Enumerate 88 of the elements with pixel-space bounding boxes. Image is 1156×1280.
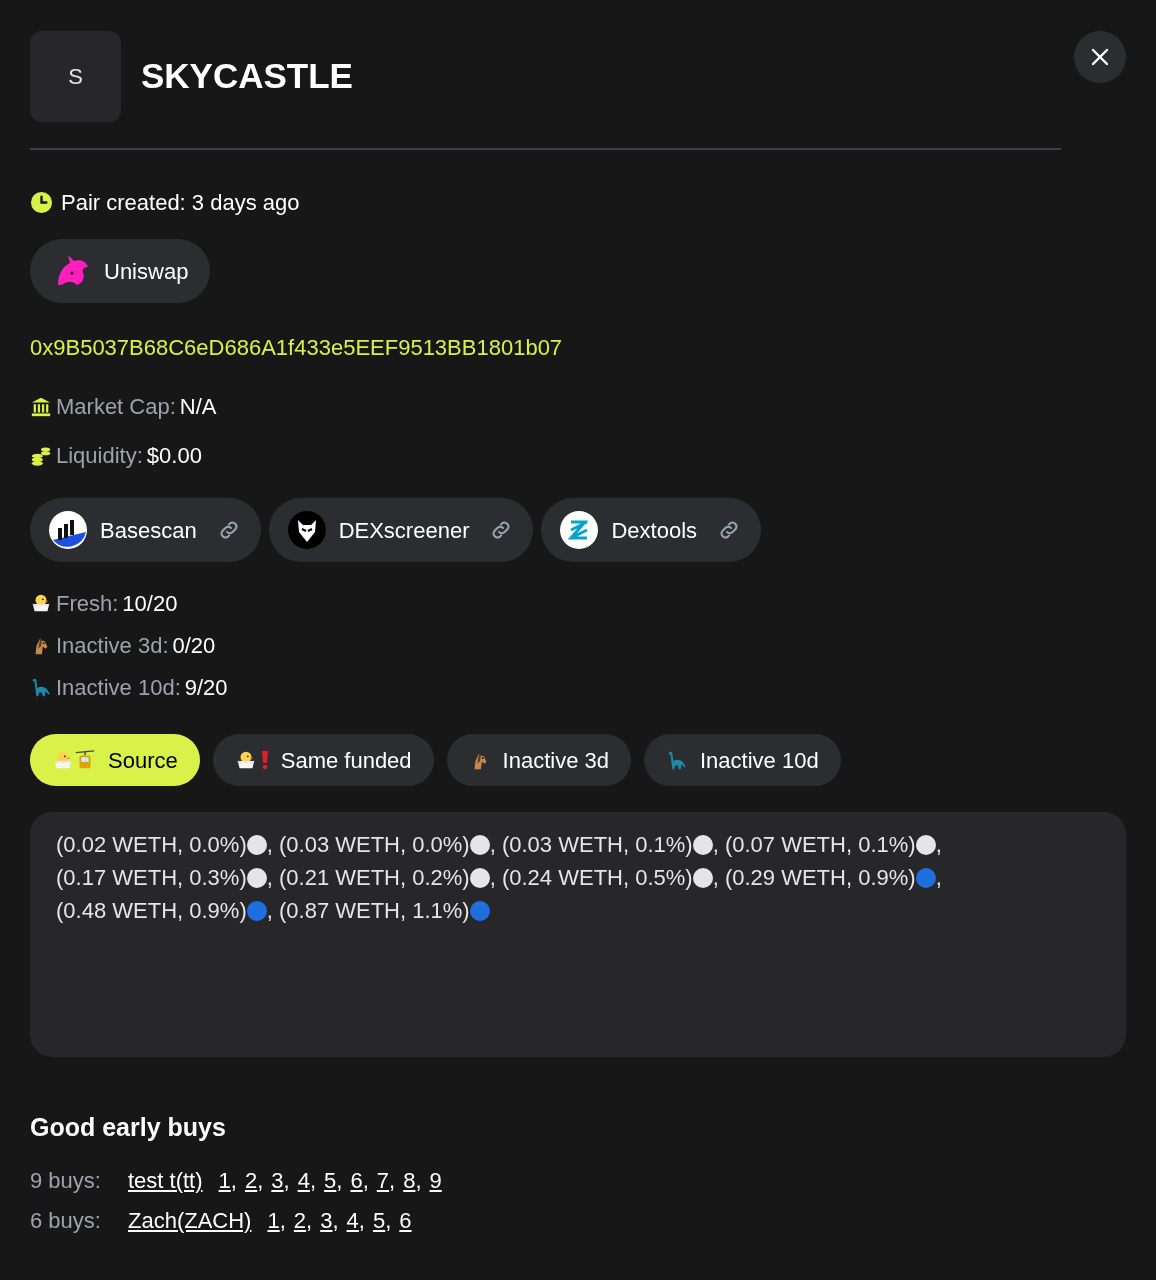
token-avatar: S: [30, 31, 121, 122]
transaction-link[interactable]: 6: [350, 1164, 363, 1197]
explorer-link-chip[interactable]: Dextools: [541, 498, 762, 562]
buy-entry: (0.48 WETH, 0.9%): [56, 898, 247, 923]
transaction-link[interactable]: 3: [320, 1204, 333, 1237]
transaction-link[interactable]: 5: [324, 1164, 337, 1197]
explorer-link-chip[interactable]: DEXscreener: [268, 498, 534, 562]
wallet-link[interactable]: Zach(ZACH): [128, 1204, 252, 1237]
stat-label: Fresh:: [56, 589, 119, 618]
dex-chip[interactable]: Uniswap: [30, 239, 211, 303]
buy-entry: (0.17 WETH, 0.3%): [56, 865, 247, 890]
separator: ,: [230, 1167, 237, 1195]
coins-icon: [30, 444, 52, 467]
separator: ,: [712, 832, 719, 857]
separator: ,: [362, 1167, 369, 1195]
metric-label: Market Cap:: [56, 393, 176, 421]
transaction-link[interactable]: 1: [267, 1204, 280, 1237]
chick-icon: [30, 592, 52, 614]
filter-tab[interactable]: Source: [30, 734, 200, 786]
separator: ,: [935, 832, 942, 857]
transaction-link[interactable]: 8: [403, 1164, 416, 1197]
chart-logo-icon: [48, 510, 88, 550]
dinosaur-icon: [30, 676, 52, 698]
transaction-link[interactable]: 3: [271, 1164, 284, 1197]
buy-entry: (0.03 WETH, 0.0%): [278, 832, 470, 857]
section-title: Good early buys: [30, 1112, 227, 1143]
buy-count: 9 buys:: [30, 1167, 102, 1195]
dinosaur-icon: [666, 749, 688, 771]
buy-count: 6 buys:: [30, 1207, 102, 1235]
wallet-link[interactable]: test t(tt): [128, 1164, 203, 1197]
transaction-link[interactable]: 4: [297, 1164, 310, 1197]
separator: ,: [257, 1167, 264, 1195]
separator: ,: [385, 1207, 392, 1235]
transaction-link[interactable]: 4: [346, 1204, 359, 1237]
filter-tab[interactable]: Same funded: [212, 734, 434, 786]
separator: ,: [266, 832, 273, 857]
stat-value: 9/20: [184, 673, 228, 702]
buy-entry: (0.87 WETH, 1.1%): [278, 898, 470, 923]
transaction-link[interactable]: 1: [218, 1164, 231, 1197]
chick-icon: [234, 749, 257, 771]
separator: ,: [712, 865, 719, 890]
buy-entry: (0.21 WETH, 0.2%): [278, 865, 470, 890]
metric-label: Liquidity:: [56, 442, 143, 470]
explorer-link-chip[interactable]: Basescan: [30, 498, 261, 562]
separator: ,: [266, 898, 273, 923]
buy-entry: (0.02 WETH, 0.0%): [56, 832, 247, 857]
exclamation-icon: [260, 750, 269, 770]
separator: ,: [266, 865, 273, 890]
filter-tab[interactable]: Inactive 3d: [446, 734, 631, 786]
separator: ,: [332, 1207, 339, 1235]
transaction-link[interactable]: 5: [372, 1204, 386, 1237]
buy-entry: (0.07 WETH, 0.1%): [724, 832, 916, 857]
separator: ,: [283, 1167, 290, 1195]
metric-value: $0.00: [146, 442, 202, 470]
separator: ,: [306, 1207, 313, 1235]
metric-value: N/A: [179, 393, 217, 421]
separator: ,: [336, 1167, 343, 1195]
buy-entry: (0.24 WETH, 0.5%): [501, 865, 693, 890]
buy-entry: (0.03 WETH, 0.1%): [501, 832, 693, 857]
pair-created-text: Pair created: 3 days ago: [61, 189, 300, 217]
separator: ,: [415, 1167, 422, 1195]
bank-icon: [30, 395, 52, 418]
transaction-link[interactable]: 9: [429, 1164, 442, 1197]
transaction-link[interactable]: 7: [376, 1164, 390, 1197]
cable-car-icon: [74, 749, 96, 771]
buy-entry: (0.29 WETH, 0.9%): [724, 865, 916, 890]
dextools-logo-icon: [559, 510, 600, 550]
transaction-link[interactable]: 2: [244, 1164, 258, 1197]
contract-address[interactable]: 0x9B5037B68C6eD686A1f433e5EEF9513BB1801b07: [30, 331, 1126, 364]
separator: ,: [935, 865, 942, 890]
separator: ,: [389, 1167, 396, 1195]
stat-label: Inactive 3d:: [56, 631, 169, 660]
clock-icon: [30, 191, 53, 214]
filter-tab[interactable]: Inactive 10d: [644, 734, 841, 786]
separator: ,: [309, 1167, 317, 1195]
token-name: SKYCASTLE: [141, 55, 353, 98]
stat-value: 0/20: [172, 631, 216, 660]
stat-value: 10/20: [122, 589, 178, 618]
stat-label: Inactive 10d:: [56, 673, 181, 702]
transaction-link[interactable]: 6: [399, 1204, 412, 1237]
separator: ,: [489, 832, 496, 857]
separator: ,: [358, 1207, 365, 1235]
separator: ,: [489, 865, 496, 890]
transaction-link[interactable]: 2: [293, 1204, 307, 1237]
chick-icon: [52, 749, 74, 771]
close-button[interactable]: [1074, 31, 1126, 83]
separator: ,: [279, 1207, 286, 1235]
close-icon: [1090, 47, 1110, 67]
